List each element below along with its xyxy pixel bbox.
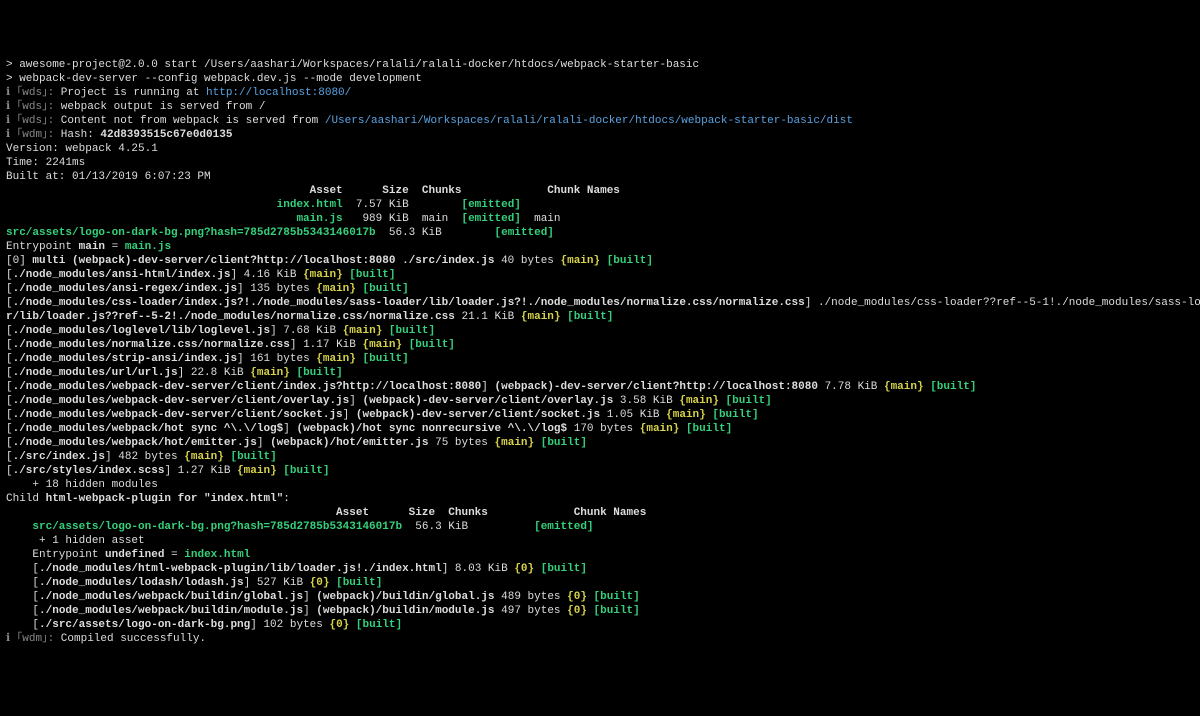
terminal-line: Child html-webpack-plugin for "index.htm… <box>6 492 1194 506</box>
terminal-line: [./node_modules/webpack-dev-server/clien… <box>6 380 1194 394</box>
terminal-line: r/lib/loader.js??ref--5-2!./node_modules… <box>6 310 1194 324</box>
terminal-line: ℹ ｢wds｣: webpack output is served from / <box>6 100 1194 114</box>
terminal-line: ℹ ｢wds｣: Project is running at http://lo… <box>6 86 1194 100</box>
terminal-line: ℹ ｢wdm｣: Compiled successfully. <box>6 632 1194 646</box>
terminal-line: [./node_modules/webpack/buildin/module.j… <box>6 604 1194 618</box>
terminal-line: index.html 7.57 KiB [emitted] <box>6 198 1194 212</box>
terminal-line: [./node_modules/webpack/hot sync ^\.\/lo… <box>6 422 1194 436</box>
terminal-line: [./node_modules/loglevel/lib/loglevel.js… <box>6 324 1194 338</box>
terminal-line: [./src/styles/index.scss] 1.27 KiB {main… <box>6 464 1194 478</box>
terminal-line: [./src/assets/logo-on-dark-bg.png] 102 b… <box>6 618 1194 632</box>
terminal-line: Entrypoint undefined = index.html <box>6 548 1194 562</box>
terminal-line: [./node_modules/ansi-regex/index.js] 135… <box>6 282 1194 296</box>
terminal-line: > awesome-project@2.0.0 start /Users/aas… <box>6 58 1194 72</box>
terminal-line: Asset Size Chunks Chunk Names <box>6 184 1194 198</box>
terminal-line: ℹ ｢wdm｣: Hash: 42d8393515c67e0d0135 <box>6 128 1194 142</box>
terminal-line: [./node_modules/ansi-html/index.js] 4.16… <box>6 268 1194 282</box>
terminal-line: Asset Size Chunks Chunk Names <box>6 506 1194 520</box>
terminal-line: > webpack-dev-server --config webpack.de… <box>6 72 1194 86</box>
terminal-line: Time: 2241ms <box>6 156 1194 170</box>
terminal-line: [0] multi (webpack)-dev-server/client?ht… <box>6 254 1194 268</box>
terminal-line: [./node_modules/normalize.css/normalize.… <box>6 338 1194 352</box>
terminal-line: [./node_modules/webpack/buildin/global.j… <box>6 590 1194 604</box>
terminal-line: [./node_modules/css-loader/index.js?!./n… <box>6 296 1194 310</box>
terminal-line: [./node_modules/url/url.js] 22.8 KiB {ma… <box>6 366 1194 380</box>
terminal-line: Version: webpack 4.25.1 <box>6 142 1194 156</box>
terminal-line: [./node_modules/webpack-dev-server/clien… <box>6 408 1194 422</box>
terminal-line: [./node_modules/strip-ansi/index.js] 161… <box>6 352 1194 366</box>
terminal-output: > awesome-project@2.0.0 start /Users/aas… <box>6 58 1194 646</box>
terminal-line: [./node_modules/webpack/hot/emitter.js] … <box>6 436 1194 450</box>
terminal-line: src/assets/logo-on-dark-bg.png?hash=785d… <box>6 226 1194 240</box>
terminal-line: + 1 hidden asset <box>6 534 1194 548</box>
terminal-line: [./src/index.js] 482 bytes {main} [built… <box>6 450 1194 464</box>
terminal-line: ℹ ｢wds｣: Content not from webpack is ser… <box>6 114 1194 128</box>
terminal-line: main.js 989 KiB main [emitted] main <box>6 212 1194 226</box>
terminal-line: [./node_modules/lodash/lodash.js] 527 Ki… <box>6 576 1194 590</box>
terminal-line: [./node_modules/html-webpack-plugin/lib/… <box>6 562 1194 576</box>
terminal-line: [./node_modules/webpack-dev-server/clien… <box>6 394 1194 408</box>
terminal-line: Built at: 01/13/2019 6:07:23 PM <box>6 170 1194 184</box>
terminal-line: src/assets/logo-on-dark-bg.png?hash=785d… <box>6 520 1194 534</box>
terminal-line: Entrypoint main = main.js <box>6 240 1194 254</box>
terminal-line: + 18 hidden modules <box>6 478 1194 492</box>
